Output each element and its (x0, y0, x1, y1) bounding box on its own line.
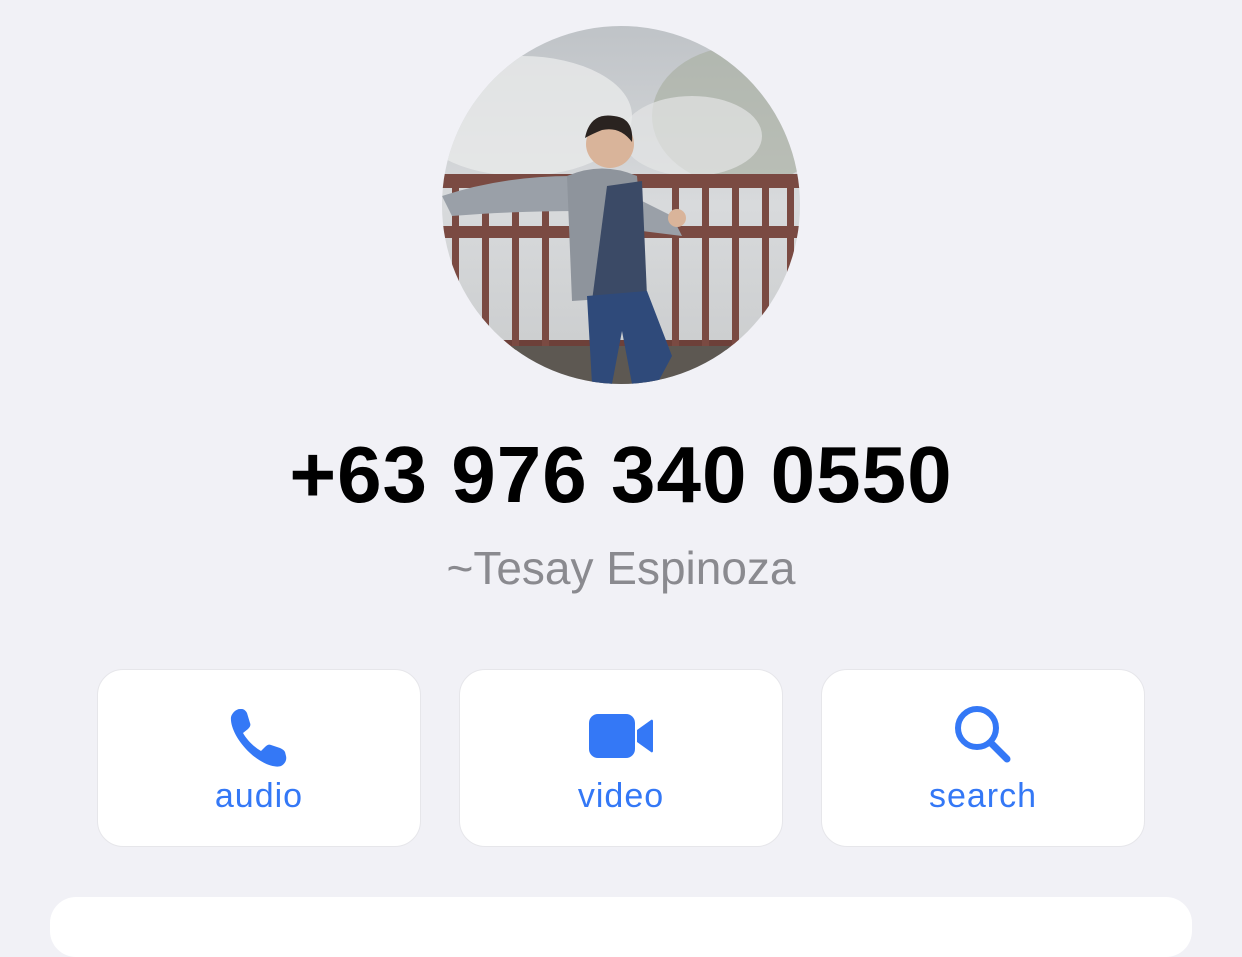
audio-call-button[interactable]: audio (97, 669, 421, 847)
search-button-label: search (928, 777, 1038, 815)
phone-icon (223, 700, 295, 772)
contact-phone-number: +63 976 340 0550 (289, 430, 953, 519)
avatar-photo (442, 26, 800, 384)
video-camera-icon (585, 700, 657, 772)
search-icon (947, 700, 1019, 772)
contact-avatar[interactable] (442, 26, 800, 384)
video-call-button[interactable]: video (459, 669, 783, 847)
audio-button-label: audio (214, 777, 304, 815)
video-button-label: video (577, 777, 665, 815)
contact-display-name: ~Tesay Espinoza (446, 542, 796, 594)
search-button[interactable]: search (821, 669, 1145, 847)
info-card (50, 897, 1192, 957)
